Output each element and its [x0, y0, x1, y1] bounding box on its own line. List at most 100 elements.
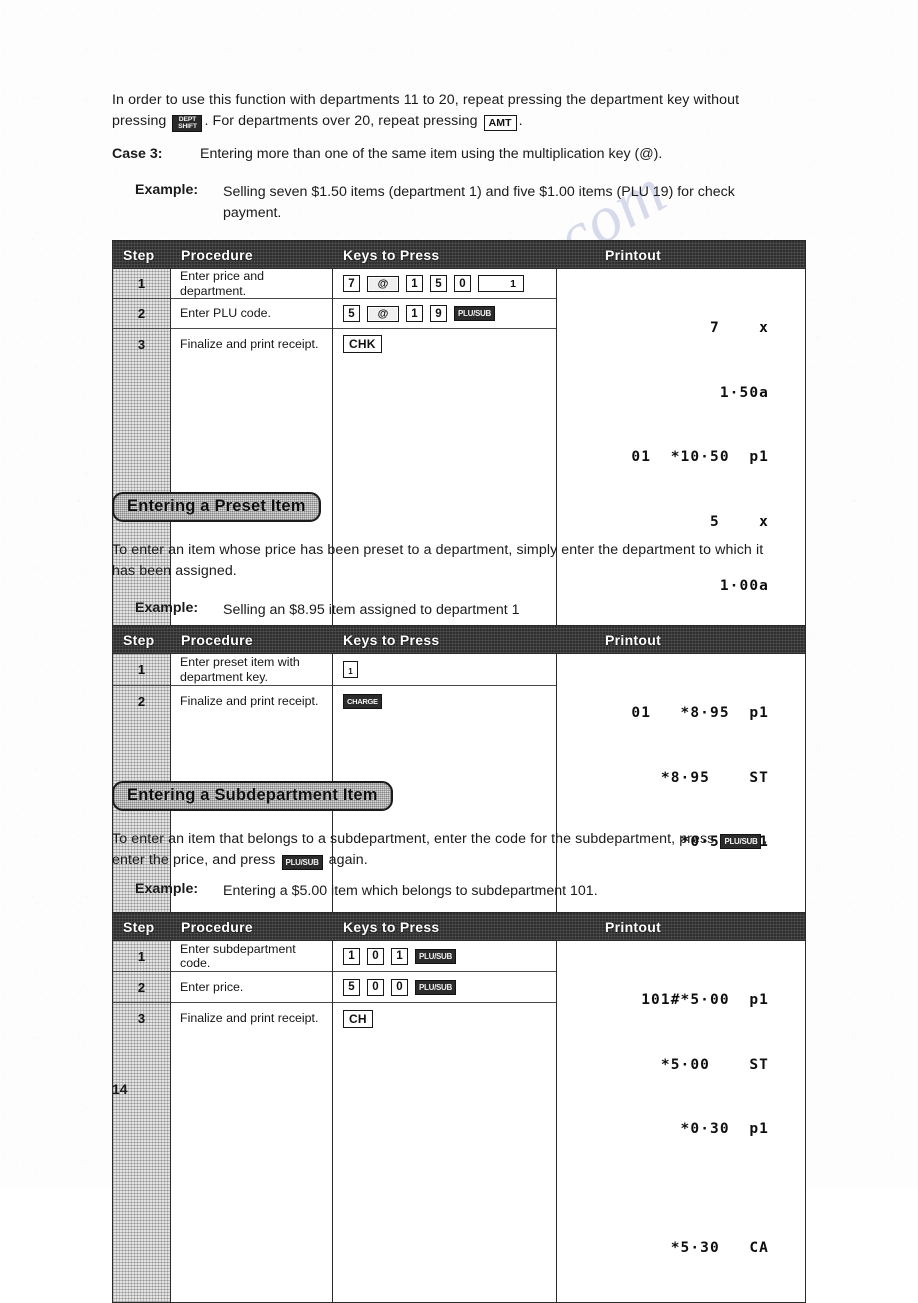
example-1-row: Example: Selling seven $1.50 items (depa…	[135, 182, 795, 224]
table-row: Finalize and print receipt.	[180, 693, 319, 708]
printout-line: 01 *10·50 р1	[631, 449, 769, 465]
key-0[interactable]: 0	[367, 947, 384, 965]
dept-shift-line2: SHIFT	[178, 123, 197, 131]
table-row: 2	[113, 972, 170, 1003]
table-2-procedure-filler	[171, 716, 332, 754]
key-5[interactable]: 5	[343, 305, 360, 322]
table-3-procedure-column: Enter subdepartment code. Enter price. F…	[171, 941, 333, 1302]
table-3-keys-column: 1 0 1 PLU/SUB 5 0 0 PLU/SUB CH	[333, 941, 557, 1302]
table-1-header-printout: Printout	[605, 246, 662, 263]
table-2-header-keys: Keys to Press	[343, 631, 440, 648]
table-1-keys-filler	[333, 359, 556, 476]
table-row: 7 @ 1 5 0 1	[333, 269, 556, 299]
table-2-header-row: Step Procedure Keys to Press Printout	[113, 626, 805, 654]
printout-line: 01 *8·95 р1	[631, 705, 769, 721]
printout-line: *5·00 ST	[660, 1056, 769, 1073]
subdept-text-part3: again.	[324, 852, 368, 868]
table-1-procedure-filler	[171, 359, 332, 476]
intro-paragraph: In order to use this function with depar…	[112, 90, 772, 132]
table-1-header-keys: Keys to Press	[343, 246, 440, 263]
key-5[interactable]: 5	[343, 978, 360, 996]
section-banner-label: Entering a Preset Item	[127, 497, 306, 515]
example-2-text: Selling an $8.95 item assigned to depart…	[223, 602, 520, 618]
example-1-text: Selling seven $1.50 items (department 1)…	[223, 184, 735, 221]
key-7[interactable]: 7	[343, 275, 360, 292]
key-1[interactable]: 1	[391, 947, 408, 965]
section-banner-label: Entering a Subdepartment Item	[127, 786, 378, 804]
case-3-text: Entering more than one of the same item …	[200, 146, 663, 162]
table-row: 5 @ 1 9 PLU/SUB	[333, 299, 556, 329]
table-row: 1	[113, 654, 170, 686]
table-row: 2	[137, 693, 146, 709]
key-0[interactable]: 0	[454, 275, 471, 292]
case-3-row: Case 3: Entering more than one of the sa…	[112, 146, 792, 162]
example-2-row: Example: Selling an $8.95 item assigned …	[135, 600, 795, 621]
table-3-header-step: Step	[123, 918, 155, 935]
key-0[interactable]: 0	[391, 978, 408, 996]
table-row: 5 0 0 PLU/SUB	[333, 972, 556, 1003]
table-row: 1	[333, 654, 556, 686]
key-ch[interactable]: CH	[343, 1009, 373, 1028]
table-row: 1	[113, 269, 170, 299]
example-2-label: Example:	[135, 600, 199, 616]
table-row: Enter preset item with department key.	[171, 654, 332, 686]
key-chk[interactable]: CHK	[343, 335, 382, 353]
section-banner-subdepartment-item: Entering a Subdepartment Item	[112, 781, 393, 811]
subdept-text-part1: To enter an item that belongs to a subde…	[112, 831, 719, 847]
table-row: 3	[137, 1011, 146, 1026]
table-row: Finalize and print receipt.	[180, 336, 319, 351]
printout-line: 5 x	[710, 513, 769, 530]
section-banner-preset-item: Entering a Preset Item	[112, 492, 321, 522]
table-row: 3	[137, 336, 146, 352]
table-2-header-step: Step	[123, 631, 155, 648]
key-plu-sub[interactable]: PLU/SUB	[415, 948, 457, 964]
table-row: Enter subdepartment code.	[171, 941, 332, 972]
table-row: CHARGE	[333, 686, 556, 716]
key-1[interactable]: 1	[406, 305, 423, 322]
key-charge[interactable]: CHARGE	[343, 693, 382, 709]
key-at[interactable]: @	[367, 275, 399, 292]
table-1-header-procedure: Procedure	[181, 246, 253, 263]
table-2-keys-filler	[333, 716, 556, 754]
table-row: Enter PLU code.	[171, 299, 332, 329]
table-2-header-procedure: Procedure	[181, 631, 253, 648]
intro-text-part3: .	[518, 113, 523, 129]
key-dept-1[interactable]: 1	[343, 661, 358, 678]
receipt-printout-3: 101#*5·00 р1 *5·00 ST *0·30 р1 *5·30 CA	[557, 941, 805, 1302]
page-number: 14	[112, 1081, 128, 1097]
key-1[interactable]: 1	[343, 947, 360, 965]
table-1-step-filler	[113, 359, 170, 476]
intro-text-part2: . For departments over 20, repeat pressi…	[204, 113, 482, 129]
key-1[interactable]: 1	[406, 275, 423, 292]
key-5[interactable]: 5	[430, 275, 447, 292]
key-dept-1[interactable]: 1	[478, 275, 524, 292]
amt-key-icon: AMT	[483, 115, 517, 132]
table-row: 1 0 1 PLU/SUB	[333, 941, 556, 972]
document-page: manualarchive.com In order to use this f…	[0, 0, 918, 1303]
subdepartment-body-text: To enter an item that belongs to a subde…	[112, 829, 788, 871]
table-row: 1	[113, 941, 170, 972]
table-row: Enter price.	[171, 972, 332, 1003]
table-row: Enter price and department.	[171, 269, 332, 299]
key-at[interactable]: @	[367, 305, 399, 322]
table-2-header-printout: Printout	[605, 631, 662, 648]
table-3-header-procedure: Procedure	[181, 918, 253, 935]
example-3-label: Example:	[135, 881, 199, 897]
key-0[interactable]: 0	[367, 978, 384, 996]
printout-line: *5·30 CA	[670, 1239, 769, 1256]
printout-line: *8·95 ST	[660, 769, 769, 786]
printout-line: 7 x	[710, 320, 769, 336]
table-row: 2	[113, 299, 170, 329]
key-9[interactable]: 9	[430, 305, 447, 322]
dept-shift-key-icon: DEPT SHIFT	[172, 114, 203, 132]
table-3-printout-column: 101#*5·00 р1 *5·00 ST *0·30 р1 *5·30 CA	[557, 941, 805, 1302]
table-1-header-row: Step Procedure Keys to Press Printout	[113, 241, 805, 269]
example-3-text: Entering a $5.00 item which belongs to s…	[223, 883, 598, 899]
procedure-table-3: Step Procedure Keys to Press Printout 1 …	[112, 912, 806, 1303]
dept-shift-line1: DEPT	[178, 115, 197, 123]
table-3-body: 1 2 3 Enter subdepartment code. Enter pr…	[113, 941, 805, 1302]
table-row: CH	[333, 1003, 556, 1034]
table-1-header-step: Step	[123, 246, 155, 263]
key-plu-sub[interactable]: PLU/SUB	[454, 306, 496, 321]
key-plu-sub[interactable]: PLU/SUB	[415, 979, 457, 995]
